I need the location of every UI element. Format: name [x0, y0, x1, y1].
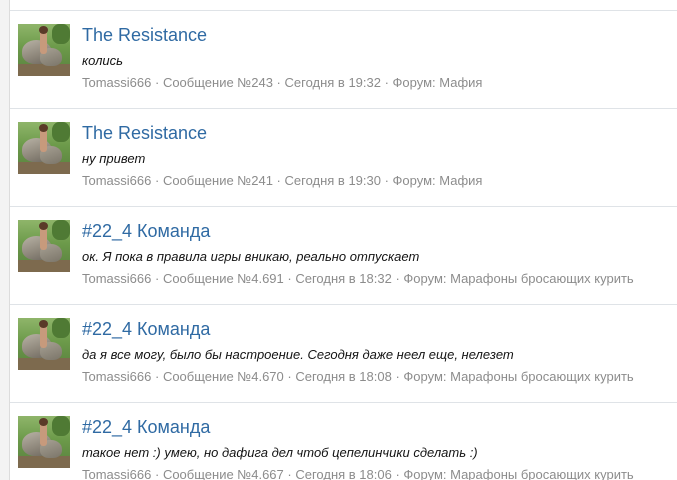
message-link[interactable]: Сообщение №4.691 [163, 271, 284, 286]
left-rail [0, 0, 10, 480]
avatar-figure-head [39, 222, 48, 230]
forum-link[interactable]: Форум: Марафоны бросающих курить [403, 369, 633, 384]
meta-separator: · [283, 369, 296, 384]
avatar-tree [52, 122, 70, 142]
message-time: Сегодня в 18:08 [295, 369, 392, 384]
meta-separator: · [391, 467, 404, 480]
meta-separator: · [151, 271, 163, 286]
result-snippet: такое нет :) умею, но дафига дел чтоб це… [82, 445, 478, 460]
message-link[interactable]: Сообщение №241 [163, 173, 273, 188]
meta-separator: · [380, 173, 393, 188]
avatar-ground [18, 456, 70, 468]
message-link[interactable]: Сообщение №4.670 [163, 369, 284, 384]
avatar-figure-head [39, 26, 48, 34]
result-meta: Tomassi666 · Сообщение №241 · Сегодня в … [82, 173, 482, 189]
result-snippet: ну привет [82, 151, 146, 166]
avatar-tree [52, 220, 70, 240]
result-title-link[interactable]: The Resistance [82, 24, 207, 46]
forum-link[interactable]: Форум: Мафия [393, 173, 483, 188]
avatar-figure-head [39, 320, 48, 328]
meta-separator: · [272, 75, 285, 90]
avatar-tree [52, 24, 70, 44]
search-results-page: The Resistance колись Tomassi666 · Сообщ… [0, 0, 677, 480]
avatar-tree [52, 318, 70, 338]
message-time: Сегодня в 18:32 [295, 271, 392, 286]
avatar[interactable] [18, 24, 70, 76]
meta-separator: · [151, 467, 163, 480]
message-link[interactable]: Сообщение №4.667 [163, 467, 284, 480]
meta-separator: · [151, 75, 163, 90]
meta-separator: · [380, 75, 393, 90]
avatar-tree [52, 416, 70, 436]
author-link[interactable]: Tomassi666 [82, 75, 151, 90]
avatar-ground [18, 358, 70, 370]
message-time: Сегодня в 18:06 [295, 467, 392, 480]
avatar[interactable] [18, 318, 70, 370]
result-snippet: колись [82, 53, 123, 68]
result-title-link[interactable]: The Resistance [82, 122, 207, 144]
author-link[interactable]: Tomassi666 [82, 467, 151, 480]
results-list: The Resistance колись Tomassi666 · Сообщ… [10, 0, 677, 480]
avatar[interactable] [18, 220, 70, 272]
result-meta: Tomassi666 · Сообщение №4.667 · Сегодня … [82, 467, 634, 480]
avatar-ground [18, 260, 70, 272]
meta-separator: · [151, 369, 163, 384]
forum-link[interactable]: Форум: Марафоны бросающих курить [403, 467, 633, 480]
result-title-link[interactable]: #22_4 Команда [82, 220, 210, 242]
result-snippet: ок. Я пока в правила игры вникаю, реальн… [82, 249, 420, 264]
avatar[interactable] [18, 416, 70, 468]
result-item: #22_4 Команда да я все могу, было бы нас… [10, 305, 677, 403]
meta-separator: · [283, 467, 296, 480]
divider [10, 0, 677, 11]
result-title-link[interactable]: #22_4 Команда [82, 416, 210, 438]
author-link[interactable]: Tomassi666 [82, 173, 151, 188]
forum-link[interactable]: Форум: Марафоны бросающих курить [403, 271, 633, 286]
message-time: Сегодня в 19:32 [284, 75, 381, 90]
result-title-link[interactable]: #22_4 Команда [82, 318, 210, 340]
avatar[interactable] [18, 122, 70, 174]
message-time: Сегодня в 19:30 [284, 173, 381, 188]
avatar-ground [18, 162, 70, 174]
meta-separator: · [391, 271, 404, 286]
forum-link[interactable]: Форум: Мафия [393, 75, 483, 90]
result-meta: Tomassi666 · Сообщение №4.670 · Сегодня … [82, 369, 634, 385]
result-meta: Tomassi666 · Сообщение №243 · Сегодня в … [82, 75, 482, 91]
meta-separator: · [151, 173, 163, 188]
meta-separator: · [272, 173, 285, 188]
message-link[interactable]: Сообщение №243 [163, 75, 273, 90]
author-link[interactable]: Tomassi666 [82, 369, 151, 384]
meta-separator: · [283, 271, 296, 286]
avatar-ground [18, 64, 70, 76]
avatar-figure-head [39, 124, 48, 132]
result-item: #22_4 Команда ок. Я пока в правила игры … [10, 207, 677, 305]
result-item: The Resistance колись Tomassi666 · Сообщ… [10, 11, 677, 109]
result-item: #22_4 Команда такое нет :) умею, но дафи… [10, 403, 677, 480]
avatar-figure-head [39, 418, 48, 426]
result-meta: Tomassi666 · Сообщение №4.691 · Сегодня … [82, 271, 634, 287]
result-snippet: да я все могу, было бы настроение. Сегод… [82, 347, 514, 362]
result-item: The Resistance ну привет Tomassi666 · Со… [10, 109, 677, 207]
author-link[interactable]: Tomassi666 [82, 271, 151, 286]
meta-separator: · [391, 369, 404, 384]
